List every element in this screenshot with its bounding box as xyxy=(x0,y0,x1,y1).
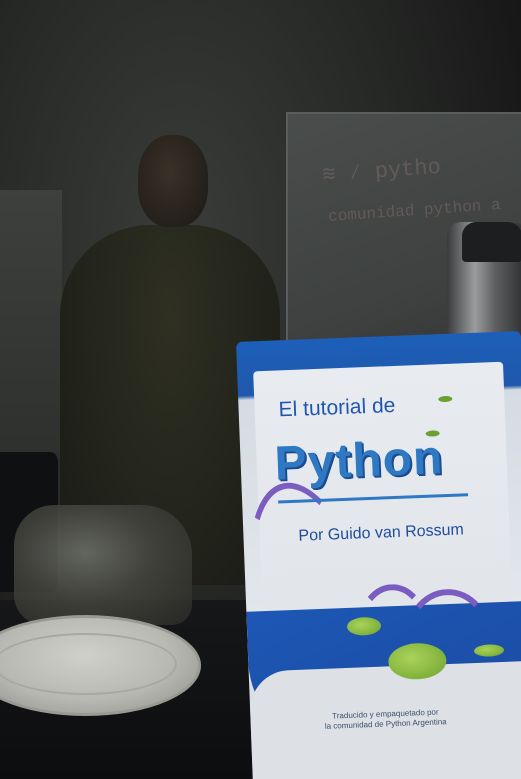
person-head xyxy=(138,135,208,227)
doorway xyxy=(0,190,62,460)
book-cover: El tutorial de Python Por Guido van Ross… xyxy=(236,331,521,779)
book-title-line1: El tutorial de xyxy=(278,393,396,422)
book-title-python: Python xyxy=(273,431,445,491)
photo-scene: ≋ ∕ pytho comunidad python a El tutorial… xyxy=(0,0,521,779)
whiteboard-scribble: ≋ ∕ pytho xyxy=(321,154,442,189)
python-tutorial-book: El tutorial de Python Por Guido van Ross… xyxy=(236,330,521,779)
thermos-cap xyxy=(462,222,521,262)
plastic-bag xyxy=(14,505,192,625)
plate-rim xyxy=(0,633,177,695)
